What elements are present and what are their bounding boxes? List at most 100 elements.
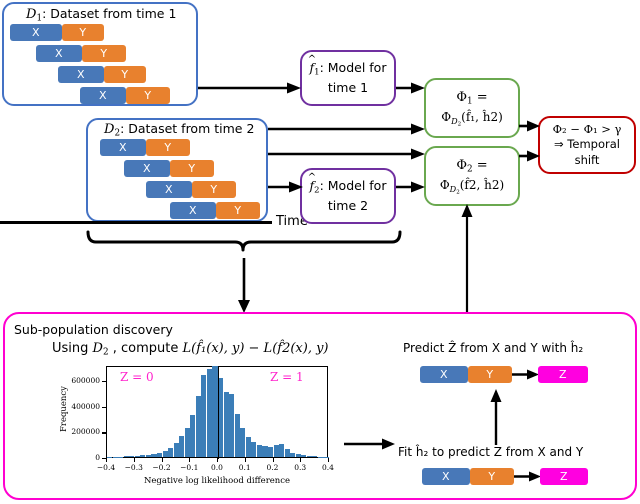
histogram-zero-line — [218, 367, 220, 459]
histogram-bar — [306, 455, 312, 457]
histogram-bar — [256, 444, 262, 457]
histogram-bar — [279, 443, 285, 457]
phi2-functional: Φ — [439, 178, 450, 193]
dataset1-row3-x: X — [80, 87, 126, 104]
arrow-fit-xy-to-z — [514, 471, 541, 482]
dataset1-row2-y: Y — [104, 66, 146, 83]
fit-chip-y: Y — [470, 468, 514, 485]
arrow-dataset2-to-phi1 — [268, 123, 425, 135]
phi2-index: 2 — [467, 164, 473, 175]
histogram-bar — [323, 456, 329, 457]
histogram-bar — [134, 455, 140, 457]
dataset1-row1-y: Y — [82, 45, 126, 62]
histogram-y-tick: 600000 — [71, 376, 100, 386]
dataset1-title-symbol: D — [26, 7, 37, 22]
dataset2-row2-x: X — [146, 181, 192, 198]
predict-caption: Predict Ẑ from X and Y with ĥ₂ — [403, 341, 584, 355]
model2-text: ^ f2: Model for time 2 — [300, 168, 396, 224]
phi1-line2: ΦD2(f̂₁, ĥ2) — [441, 108, 503, 128]
phi1-functional: Φ — [441, 110, 452, 125]
model1-text: ^ f1: Model for time 1 — [300, 50, 396, 106]
dataset2-title-symbol: D — [104, 122, 115, 137]
dataset2-row1-y: Y — [170, 160, 214, 177]
histogram-y-tickmark — [102, 406, 106, 408]
brace-to-subpop-arrow — [238, 258, 250, 313]
histogram-bar — [240, 427, 246, 457]
phi1-text: Φ1 = ΦD2(f̂₁, ĥ2) — [424, 78, 520, 138]
arrow-subpop-to-phi2 — [461, 204, 473, 316]
arrow-dataset2-to-model2 — [268, 181, 303, 193]
phi2-line2: ΦD2(f̂2, ĥ2) — [440, 176, 504, 196]
histogram-bar — [284, 449, 290, 457]
arrow-phi1-to-conclusion — [519, 120, 540, 132]
histogram-x-tickmark — [244, 458, 246, 462]
histogram-annotation-z0: Z = 0 — [120, 370, 154, 384]
histogram-bar — [129, 456, 135, 457]
phi1-index: 1 — [467, 96, 473, 107]
histogram-bar — [107, 456, 113, 457]
histogram-x-tick: −0.4 — [96, 463, 116, 472]
model1-rest: : Model for — [319, 59, 387, 75]
dataset2-row3-y: Y — [216, 202, 260, 219]
histogram-bar — [290, 452, 296, 457]
histogram-bar — [184, 428, 190, 457]
histogram-bar — [179, 435, 185, 457]
conclusion-line1: Φ₂ − Φ₁ > γ — [552, 121, 622, 136]
time-axis-line — [0, 221, 272, 224]
conclusion-line3: shift — [574, 152, 600, 167]
histogram-x-tickmark — [189, 458, 191, 462]
histogram-annotation-z1: Z = 1 — [270, 370, 304, 384]
histogram-y-tick: 200000 — [71, 427, 100, 437]
model1-line2: time 1 — [327, 79, 369, 95]
histogram-bar — [317, 456, 324, 457]
histogram-bar — [140, 455, 146, 457]
histogram-bar — [162, 451, 168, 457]
arrow-model2-to-phi2 — [396, 181, 425, 193]
histogram-x-tickmark — [300, 458, 302, 462]
predict-chip-y: Y — [468, 366, 512, 383]
predict-chip-z: Z — [538, 366, 588, 383]
arrow-predict-xy-to-z — [512, 369, 539, 380]
histogram-x-tick: 0.2 — [266, 463, 279, 472]
histogram-bar — [251, 441, 257, 457]
histogram-x-tickmark — [161, 458, 163, 462]
phi2-args: (f̂2, ĥ2) — [459, 178, 505, 193]
histogram-x-tick: −0.1 — [180, 463, 199, 472]
dataset2-row2-y: Y — [192, 181, 236, 198]
histogram-y-tick: 0 — [95, 453, 100, 462]
dataset2-row0-x: X — [100, 139, 146, 156]
subpop-equation-dataset: D — [92, 341, 103, 356]
model2-line2: time 2 — [327, 197, 369, 213]
arrow-phi2-to-conclusion — [519, 150, 540, 162]
dataset1-row1-x: X — [36, 45, 82, 62]
histogram-x-tickmark — [328, 458, 330, 462]
histogram-bar — [173, 442, 179, 457]
histogram-bar — [301, 455, 307, 457]
histogram-bar — [168, 448, 174, 457]
fit-chip-z: Z — [540, 468, 588, 485]
dataset2-row3-x: X — [170, 202, 216, 219]
histogram-bar — [195, 395, 201, 457]
arrow-histogram-to-fit — [344, 438, 395, 450]
histogram-bar — [118, 456, 124, 457]
histogram-y-tick: 400000 — [71, 401, 100, 411]
histogram-x-axis-label: Negative log likelihood difference — [143, 476, 291, 486]
phi1-line1: Φ1 = — [456, 88, 487, 109]
histogram-x-tickmark — [272, 458, 274, 462]
histogram-bar — [273, 444, 279, 457]
dataset1-title: D1: Dataset from time 1 — [26, 6, 176, 23]
histogram-bar — [156, 453, 163, 457]
phi2-symbol: Φ — [456, 157, 467, 173]
histogram-x-tickmark — [133, 458, 135, 462]
histogram-y-tickmark — [102, 432, 106, 434]
histogram-bar — [190, 414, 196, 457]
phi1-args: (f̂₁, ĥ2) — [461, 110, 503, 125]
conclusion-text: Φ₂ − Φ₁ > γ ⇒ Temporal shift — [538, 116, 636, 174]
histogram-bar — [151, 454, 157, 457]
histogram-x-tick: 0.0 — [211, 463, 223, 472]
dataset2-title-rest: : Dataset from time 2 — [120, 121, 255, 136]
dataset2-row0-y: Y — [146, 139, 190, 156]
model2-line1: ^ f2: Model for — [307, 172, 387, 195]
histogram-bar — [267, 446, 274, 457]
dataset1-row3-y: Y — [126, 87, 170, 104]
